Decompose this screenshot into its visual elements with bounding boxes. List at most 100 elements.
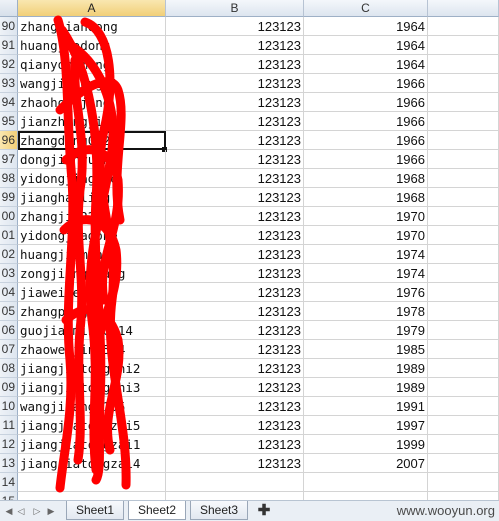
row-header[interactable]: 01	[0, 226, 18, 245]
row-header[interactable]: 05	[0, 302, 18, 321]
cell-b[interactable]: 123123	[166, 245, 304, 264]
cell-d[interactable]	[428, 264, 499, 283]
select-all-corner[interactable]	[0, 0, 18, 17]
cell-d[interactable]	[428, 17, 499, 36]
cell-b[interactable]: 123123	[166, 36, 304, 55]
cell-c[interactable]: 1966	[304, 131, 428, 150]
cell-d[interactable]	[428, 93, 499, 112]
cell-a[interactable]: jiangjiatongzhi3	[18, 378, 166, 397]
row-header[interactable]: 11	[0, 416, 18, 435]
cell-a[interactable]: guojianming0514	[18, 321, 166, 340]
row-header[interactable]: 00	[0, 207, 18, 226]
cell-d[interactable]	[428, 397, 499, 416]
cell-a[interactable]: jiangjiatongzhi2	[18, 359, 166, 378]
cell-b[interactable]: 123123	[166, 340, 304, 359]
row-header[interactable]: 06	[0, 321, 18, 340]
cell-c[interactable]: 1985	[304, 340, 428, 359]
cell-c[interactable]: 1974	[304, 264, 428, 283]
cell-a[interactable]: yidongjiagone	[18, 226, 166, 245]
cell-c[interactable]: 1974	[304, 245, 428, 264]
cell-d[interactable]	[428, 378, 499, 397]
cell-a[interactable]: qianyongming	[18, 55, 166, 74]
cell-c[interactable]: 1964	[304, 55, 428, 74]
plus-icon[interactable]: ✚	[254, 502, 274, 519]
row-header[interactable]: 07	[0, 340, 18, 359]
cell-c[interactable]: 1979	[304, 321, 428, 340]
cell-c[interactable]: 1966	[304, 74, 428, 93]
cell-d[interactable]	[428, 36, 499, 55]
row-header[interactable]: 99	[0, 188, 18, 207]
cell-b[interactable]: 123123	[166, 321, 304, 340]
cell-c[interactable]: 1968	[304, 188, 428, 207]
row-header[interactable]: 04	[0, 283, 18, 302]
cell-a[interactable]: wangjiyang1105	[18, 397, 166, 416]
cell-d[interactable]	[428, 245, 499, 264]
column-header-b[interactable]: B	[166, 0, 304, 17]
cell-d[interactable]	[428, 473, 499, 492]
cell-c[interactable]: 1999	[304, 435, 428, 454]
cell-a[interactable]: jianzhongjiao	[18, 112, 166, 131]
row-header[interactable]: 94	[0, 93, 18, 112]
cell-c[interactable]: 1991	[304, 397, 428, 416]
cell-b[interactable]: 123123	[166, 188, 304, 207]
cell-d[interactable]	[428, 321, 499, 340]
cell-b[interactable]: 123123	[166, 131, 304, 150]
cell-b[interactable]: 123123	[166, 93, 304, 112]
cell-a[interactable]: jiangjiatongzai4	[18, 454, 166, 473]
cell-c[interactable]: 1966	[304, 93, 428, 112]
cell-a[interactable]: jiangjiatongzai1	[18, 435, 166, 454]
cell-d[interactable]	[428, 150, 499, 169]
tab-sheet3[interactable]: Sheet3	[190, 501, 249, 520]
cell-d[interactable]	[428, 283, 499, 302]
row-header[interactable]: 10	[0, 397, 18, 416]
row-header[interactable]: 91	[0, 36, 18, 55]
cell-d[interactable]	[428, 74, 499, 93]
row-header[interactable]: 96	[0, 131, 18, 150]
cell-a[interactable]: zhangjiandong	[18, 17, 166, 36]
cell-c[interactable]: 1970	[304, 226, 428, 245]
cell-d[interactable]	[428, 55, 499, 74]
cell-b[interactable]: 123123	[166, 169, 304, 188]
cell-d[interactable]	[428, 359, 499, 378]
row-header[interactable]: 97	[0, 150, 18, 169]
next-sheet-arrow-icon[interactable]: ▷	[30, 504, 44, 518]
cell-b[interactable]: 123123	[166, 17, 304, 36]
cell-a[interactable]: dongjianyuan	[18, 150, 166, 169]
row-header[interactable]: 08	[0, 359, 18, 378]
row-header[interactable]: 93	[0, 74, 18, 93]
row-header[interactable]: 90	[0, 17, 18, 36]
cell-b[interactable]: 123123	[166, 226, 304, 245]
cell-b[interactable]: 123123	[166, 74, 304, 93]
cell-d[interactable]	[428, 302, 499, 321]
prev-sheet-arrow-icon[interactable]: ◁	[14, 504, 28, 518]
cell-b[interactable]: 123123	[166, 302, 304, 321]
cell-d[interactable]	[428, 226, 499, 245]
row-header[interactable]: 92	[0, 55, 18, 74]
cell-a[interactable]: zhangjia225	[18, 207, 166, 226]
row-header[interactable]: 98	[0, 169, 18, 188]
cell-b[interactable]: 123123	[166, 283, 304, 302]
cell-d[interactable]	[428, 207, 499, 226]
spreadsheet-grid[interactable]: A B C 90 zhangjiandong 123123 1964 91 huangji…	[0, 0, 499, 511]
cell-d[interactable]	[428, 131, 499, 150]
last-sheet-arrow-icon[interactable]: ▶	[44, 504, 58, 518]
row-header[interactable]: 14	[0, 473, 18, 492]
cell-c[interactable]: 1968	[304, 169, 428, 188]
cell-d[interactable]	[428, 435, 499, 454]
cell-a[interactable]: yidongjiagone	[18, 169, 166, 188]
cell-c[interactable]: 1989	[304, 359, 428, 378]
cell-d[interactable]	[428, 416, 499, 435]
cell-d[interactable]	[428, 340, 499, 359]
cell-b[interactable]: 123123	[166, 359, 304, 378]
cell-b[interactable]: 123123	[166, 55, 304, 74]
row-header[interactable]: 12	[0, 435, 18, 454]
cell-a[interactable]: jiangjiatongzhi5	[18, 416, 166, 435]
row-header[interactable]: 02	[0, 245, 18, 264]
cell-b[interactable]: 123123	[166, 112, 304, 131]
cell-c[interactable]: 1978	[304, 302, 428, 321]
cell-b[interactable]: 123123	[166, 416, 304, 435]
cell-c[interactable]: 1997	[304, 416, 428, 435]
cell-b[interactable]	[166, 473, 304, 492]
tab-sheet2[interactable]: Sheet2	[128, 501, 187, 520]
cell-a[interactable]: zhangdong0225	[18, 131, 166, 150]
